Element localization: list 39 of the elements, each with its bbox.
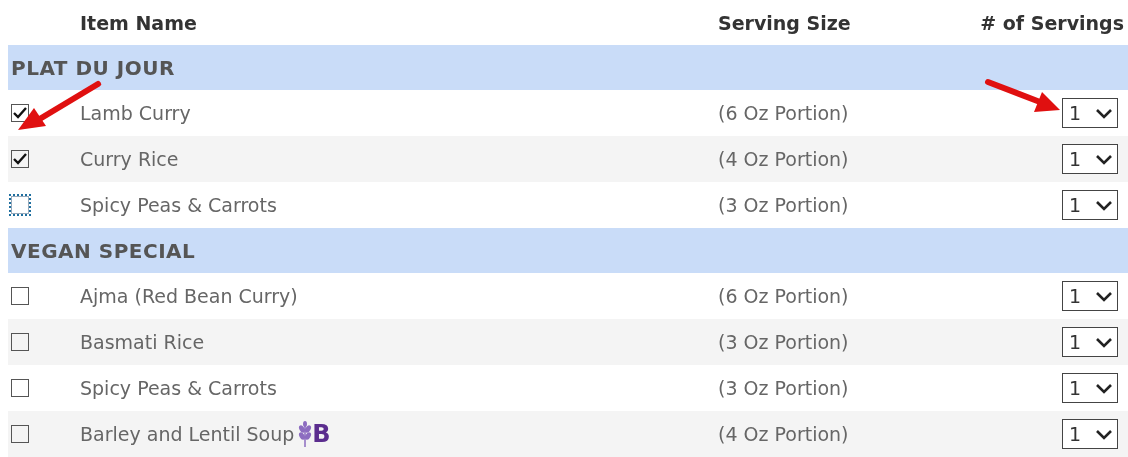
checkbox[interactable] — [11, 425, 29, 443]
chevron-down-icon — [1095, 428, 1113, 440]
item-name: Spicy Peas & Carrots — [80, 194, 278, 216]
servings-select[interactable]: 1 — [1062, 190, 1118, 220]
serving-size: (4 Oz Portion) — [718, 148, 850, 170]
servings-select[interactable]: 1 — [1062, 419, 1118, 449]
column-header: # of Servings — [980, 11, 1124, 34]
item-name: Curry Rice — [80, 148, 180, 170]
serving-size: (6 Oz Portion) — [718, 285, 850, 307]
chevron-down-icon — [1095, 153, 1113, 165]
item-name: Basmati Rice — [80, 331, 206, 353]
item-name: Barley and Lentil Soup B — [80, 420, 332, 448]
chevron-down-icon — [1095, 107, 1113, 119]
column-header: Serving Size — [718, 11, 851, 34]
chevron-down-icon — [1095, 336, 1113, 348]
serving-size: (6 Oz Portion) — [718, 102, 850, 124]
barley-badge: B — [298, 420, 331, 448]
checkbox[interactable] — [11, 379, 29, 397]
servings-select[interactable]: 1 — [1062, 98, 1118, 128]
serving-size: (4 Oz Portion) — [718, 423, 850, 445]
group-header: VEGAN SPECIAL — [8, 228, 1128, 273]
chevron-down-icon — [1095, 290, 1113, 302]
servings-select[interactable]: 1 — [1062, 144, 1118, 174]
chevron-down-icon — [1095, 382, 1113, 394]
serving-size: (3 Oz Portion) — [718, 194, 850, 216]
group-header: PLAT DU JOUR — [8, 45, 1128, 90]
checkbox[interactable] — [11, 287, 29, 305]
serving-size: (3 Oz Portion) — [718, 331, 850, 353]
item-name: Ajma (Red Bean Curry) — [80, 285, 299, 307]
item-name: Spicy Peas & Carrots — [80, 377, 278, 399]
item-name: Lamb Curry — [80, 102, 192, 124]
servings-select[interactable]: 1 — [1062, 281, 1118, 311]
servings-select[interactable]: 1 — [1062, 373, 1118, 403]
chevron-down-icon — [1095, 199, 1113, 211]
serving-size: (3 Oz Portion) — [718, 377, 850, 399]
checkbox[interactable] — [11, 150, 29, 168]
column-header: Item Name — [80, 11, 197, 34]
servings-select[interactable]: 1 — [1062, 327, 1118, 357]
checkbox[interactable] — [11, 333, 29, 351]
